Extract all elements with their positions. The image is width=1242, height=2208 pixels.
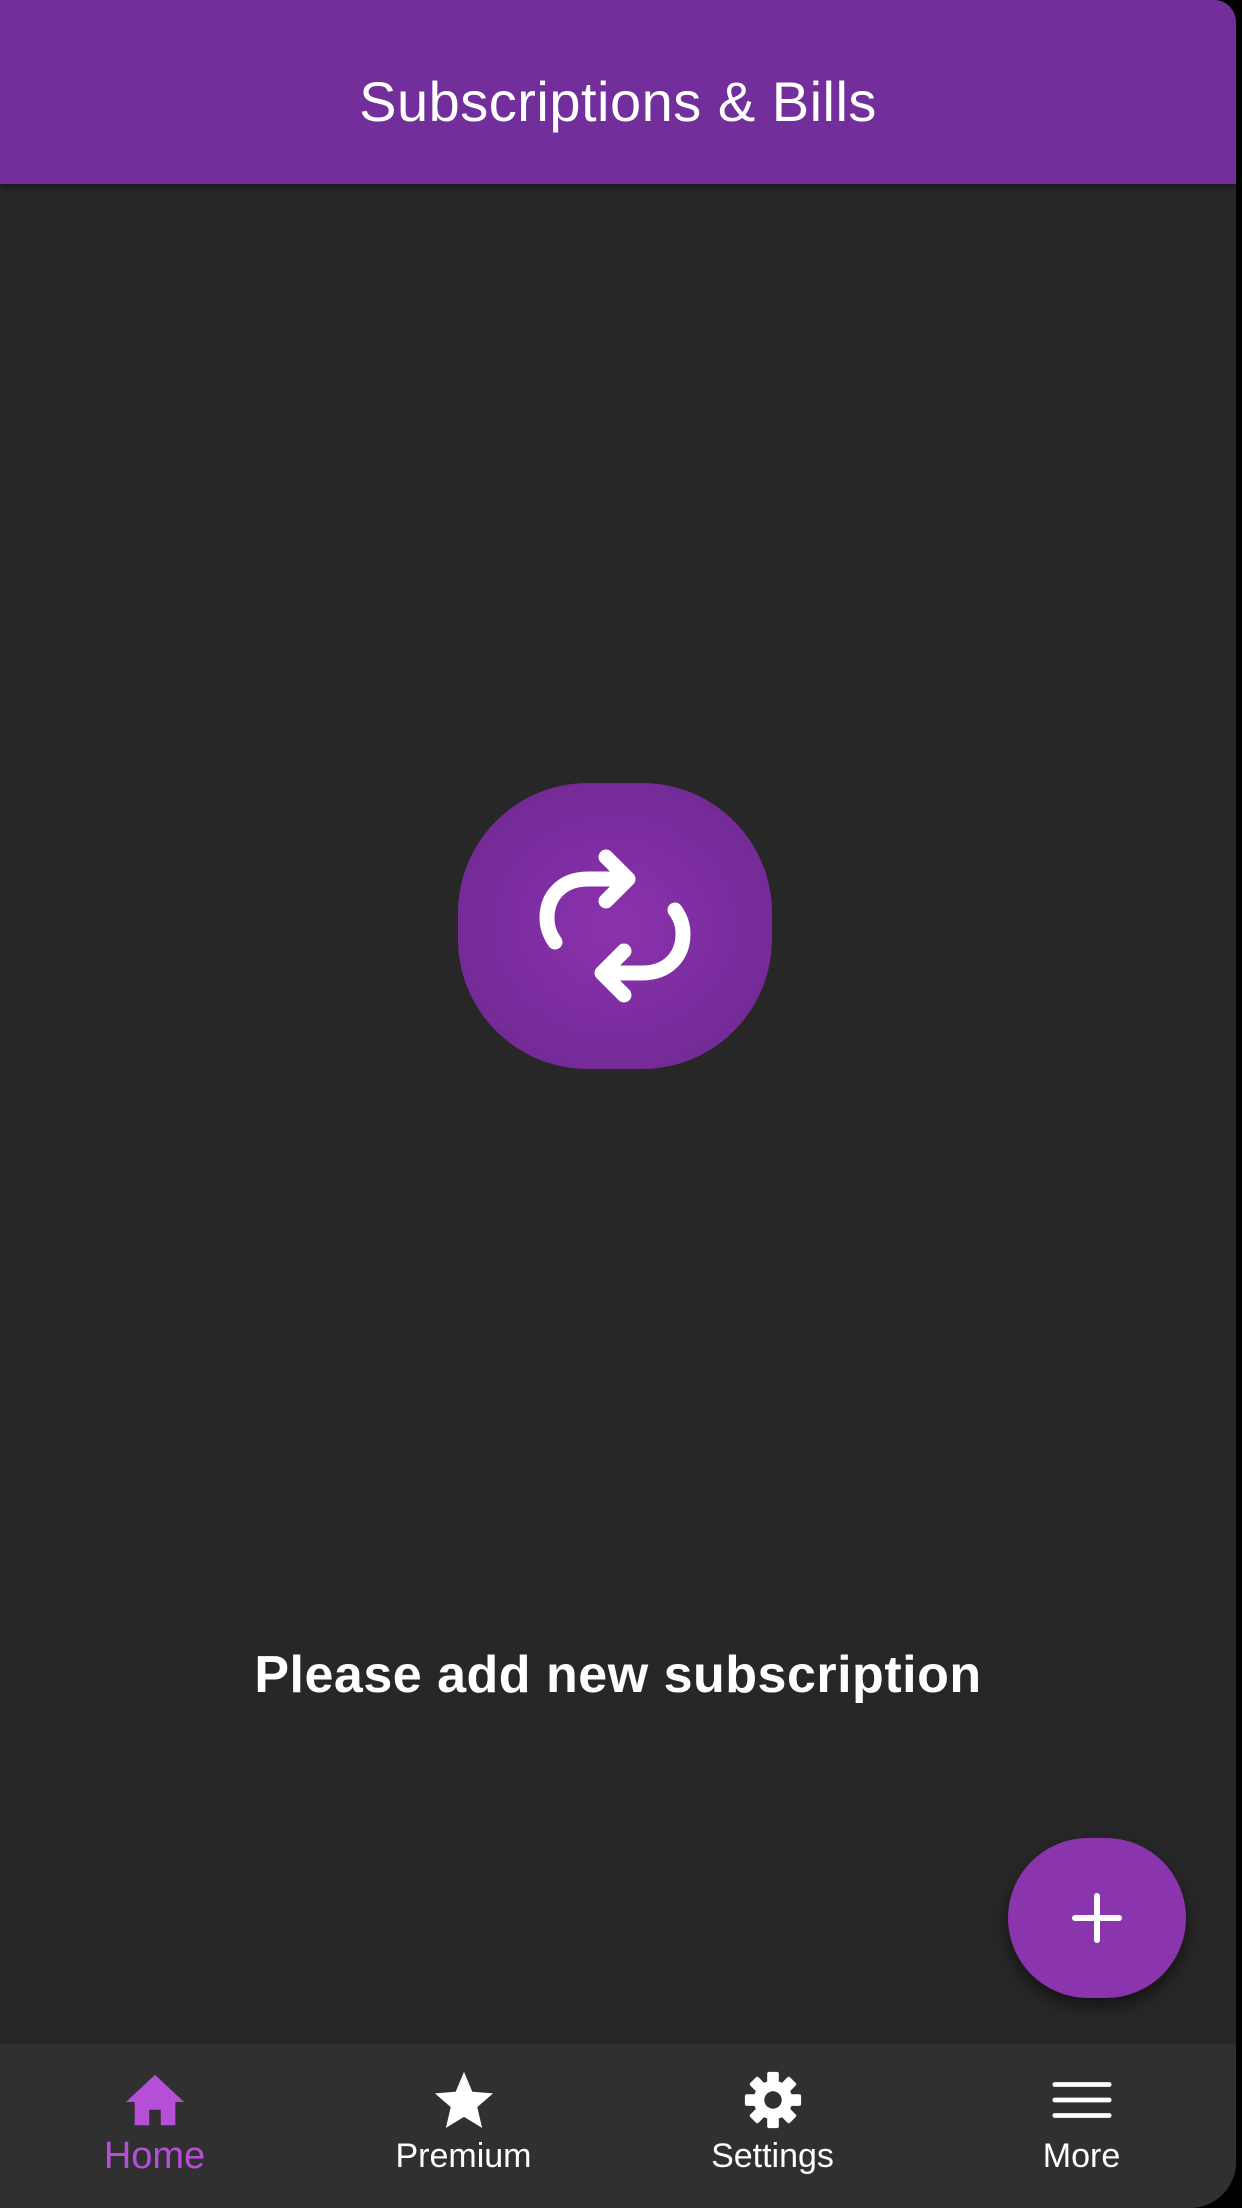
repeat-icon [539, 849, 691, 1003]
nav-item-more[interactable]: More [927, 2044, 1236, 2208]
add-subscription-button[interactable] [1008, 1838, 1186, 1998]
nav-item-premium[interactable]: Premium [309, 2044, 618, 2208]
gear-icon-wrap [741, 2070, 805, 2130]
gear-icon [744, 2071, 801, 2129]
star-icon-wrap [432, 2070, 496, 2130]
empty-state-icon-tile [458, 783, 772, 1069]
page-title: Subscriptions & Bills [359, 70, 877, 133]
nav-label-settings: Settings [711, 2137, 834, 2175]
app-bar: Subscriptions & Bills [0, 0, 1236, 184]
menu-icon-wrap [1050, 2070, 1114, 2130]
nav-label-premium: Premium [395, 2137, 532, 2175]
empty-state-message: Please add new subscription [254, 1646, 982, 1704]
nav-item-settings[interactable]: Settings [618, 2044, 927, 2208]
nav-label-more: More [1042, 2137, 1121, 2175]
bottom-navigation: Home Premium Settings More [0, 2044, 1236, 2208]
plus-icon [1072, 1893, 1122, 1943]
nav-label-home: Home [103, 2135, 206, 2177]
app-screen: Subscriptions & Bills Please add new sub… [0, 0, 1236, 2208]
home-icon-wrap [123, 2070, 187, 2130]
nav-item-home[interactable]: Home [0, 2044, 309, 2208]
home-icon [125, 2074, 184, 2126]
menu-icon [1051, 2082, 1112, 2118]
star-icon [434, 2071, 493, 2128]
